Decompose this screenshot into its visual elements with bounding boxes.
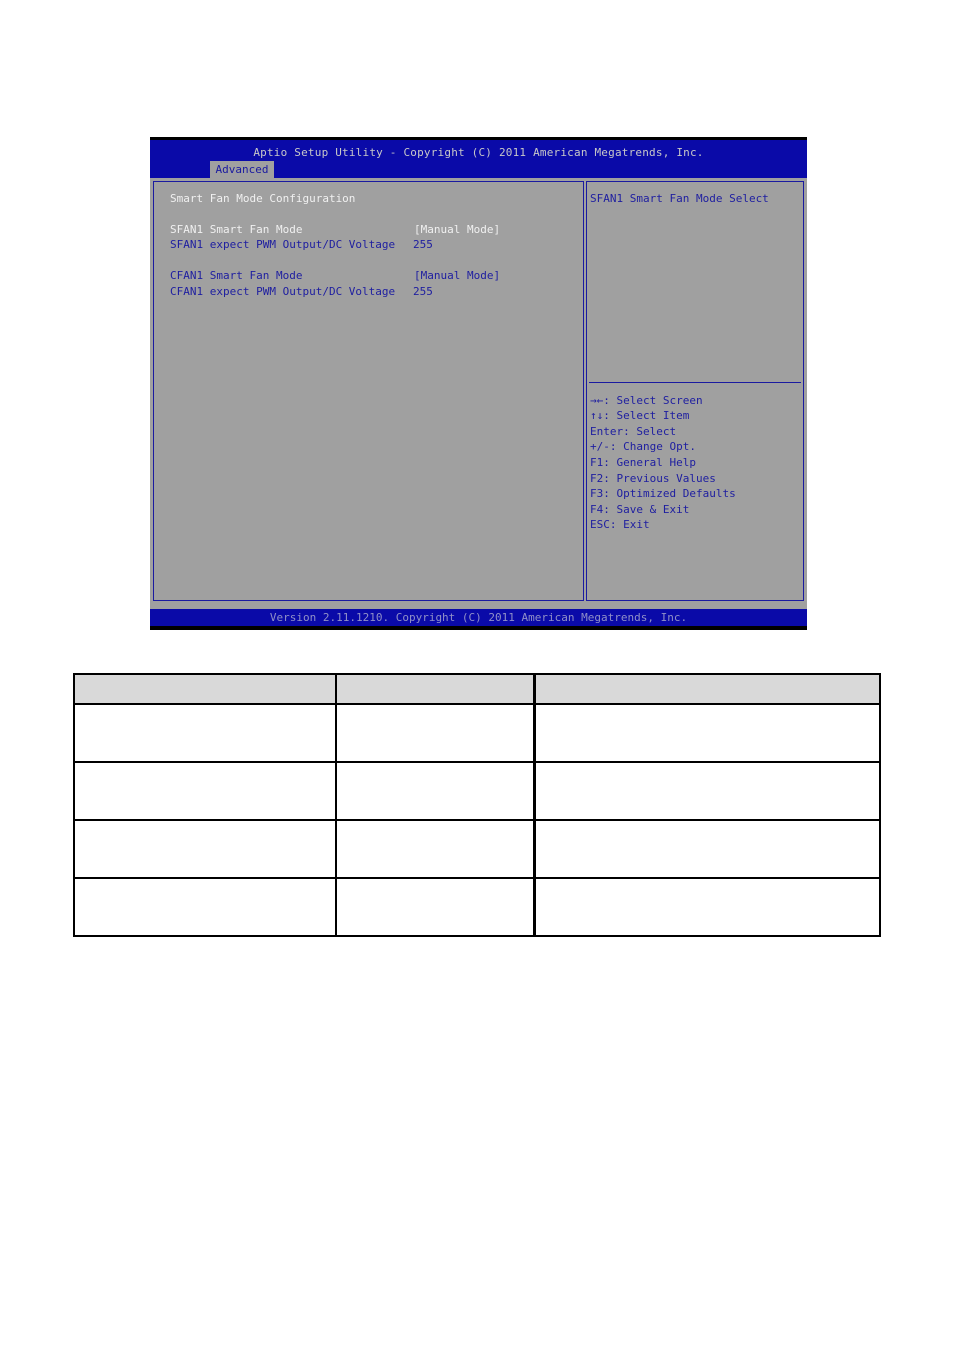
setting-label-sfan1-pwm[interactable]: SFAN1 expect PWM Output/DC Voltage <box>170 238 395 252</box>
key-help-f1: F1: General Help <box>590 456 696 469</box>
table-cell <box>532 819 881 879</box>
table-row <box>73 819 881 879</box>
help-text: SFAN1 Smart Fan Mode Select <box>590 192 769 205</box>
table-cell <box>334 819 536 879</box>
bios-footer: Version 2.11.1210. Copyright (C) 2011 Am… <box>150 609 807 626</box>
table-header-cell <box>73 673 337 705</box>
key-help-esc: ESC: Exit <box>590 518 650 531</box>
table-row <box>73 703 881 763</box>
settings-table <box>73 673 881 937</box>
key-help-change-opt: +/-: Change Opt. <box>590 440 696 453</box>
table-cell <box>73 819 337 879</box>
setting-label-cfan1-mode[interactable]: CFAN1 Smart Fan Mode <box>170 269 302 283</box>
bios-body: Smart Fan Mode Configuration SFAN1 Smart… <box>150 178 807 609</box>
table-cell <box>73 761 337 821</box>
setting-value-cfan1-mode[interactable]: [Manual Mode] <box>414 269 500 283</box>
table-row <box>73 761 881 821</box>
bios-screenshot: Aptio Setup Utility - Copyright (C) 2011… <box>150 137 807 630</box>
table-cell <box>334 761 536 821</box>
table-cell <box>73 703 337 763</box>
setting-label-cfan1-pwm[interactable]: CFAN1 expect PWM Output/DC Voltage <box>170 285 395 299</box>
section-title: Smart Fan Mode Configuration <box>170 192 356 205</box>
table-cell <box>73 877 337 937</box>
key-help-f3: F3: Optimized Defaults <box>590 487 736 500</box>
key-help-select-item: ↑↓: Select Item <box>590 409 690 422</box>
table-row <box>73 877 881 937</box>
table-header-cell <box>532 673 881 705</box>
bios-header: Aptio Setup Utility - Copyright (C) 2011… <box>150 140 807 178</box>
table-header-cell <box>334 673 536 705</box>
settings-panel: Smart Fan Mode Configuration SFAN1 Smart… <box>153 181 584 601</box>
tab-advanced[interactable]: Advanced <box>210 161 274 178</box>
table-cell <box>334 877 536 937</box>
table-cell <box>334 703 536 763</box>
table-cell <box>532 761 881 821</box>
key-help-f2: F2: Previous Values <box>590 472 716 485</box>
setting-value-cfan1-pwm[interactable]: 255 <box>413 285 433 299</box>
table-cell <box>532 703 881 763</box>
setting-value-sfan1-mode[interactable]: [Manual Mode] <box>414 223 500 237</box>
help-divider <box>589 382 801 383</box>
setting-label-sfan1-mode[interactable]: SFAN1 Smart Fan Mode <box>170 223 302 237</box>
key-help-select-screen: →←: Select Screen <box>590 394 703 407</box>
key-help-enter: Enter: Select <box>590 425 677 438</box>
table-header-row <box>73 673 881 705</box>
help-panel: SFAN1 Smart Fan Mode Select →←: Select S… <box>586 181 804 601</box>
bios-title: Aptio Setup Utility - Copyright (C) 2011… <box>253 146 704 159</box>
key-help-f4: F4: Save & Exit <box>590 503 690 516</box>
setting-value-sfan1-pwm[interactable]: 255 <box>413 238 433 252</box>
table-cell <box>532 877 881 937</box>
